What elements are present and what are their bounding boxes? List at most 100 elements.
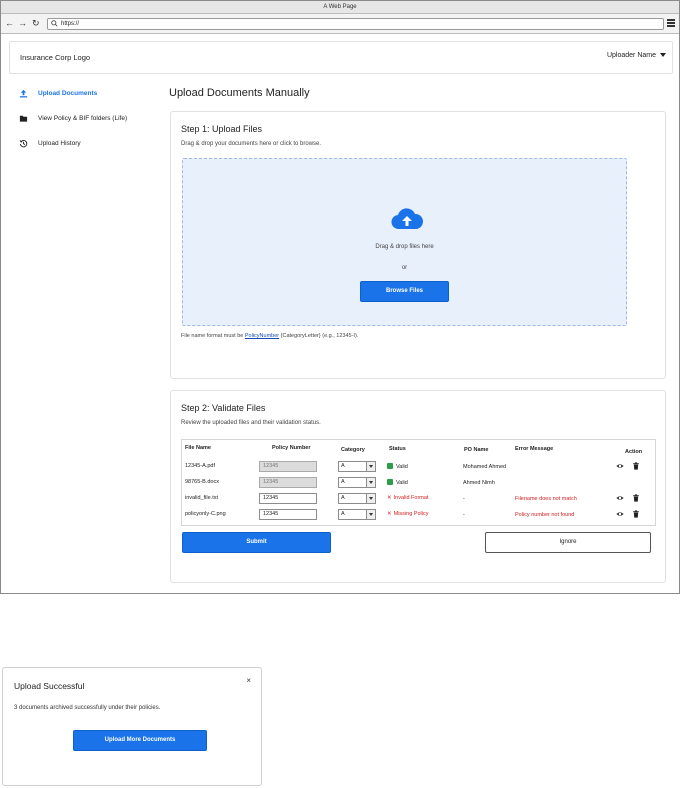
step1-description: Drag & drop your documents here or click…	[181, 141, 322, 147]
hint-text: File name format must be	[181, 333, 245, 339]
file-name: 98765-B.docx	[185, 479, 219, 485]
category-value: A	[341, 479, 345, 485]
sidebar-item-label: View Policy & BIF folders (Life)	[38, 115, 128, 122]
column-header-status: Status	[389, 446, 406, 452]
column-header-category: Category	[341, 447, 365, 453]
po-name: -	[463, 512, 465, 518]
po-name: Mohamed Ahmed	[463, 464, 507, 470]
category-select[interactable]: A	[338, 477, 376, 488]
drop-text: Drag & drop files here	[375, 244, 434, 250]
submit-button[interactable]: Submit	[182, 532, 331, 553]
status-text: Valid	[396, 480, 408, 486]
column-header-policy: Policy Number	[272, 445, 311, 451]
modal-message: 3 documents archived successfully under …	[14, 705, 161, 711]
check-icon	[387, 479, 393, 485]
column-header-po: PO Name	[464, 447, 489, 453]
sidebar-item-upload-documents[interactable]: Upload Documents	[17, 87, 157, 112]
dropdown-arrow-icon	[366, 462, 375, 471]
category-select[interactable]: A	[338, 509, 376, 520]
column-header-action: Action	[625, 449, 643, 455]
check-icon	[387, 463, 393, 469]
cloud-upload-icon	[391, 208, 423, 230]
column-header-file: File Name	[185, 445, 211, 451]
po-name: Ahmed Nimh	[463, 480, 495, 486]
sidebar: Upload Documents View Policy & BIF folde…	[17, 87, 157, 162]
upload-files-card: Step 1: Upload Files Drag & drop your do…	[170, 111, 666, 379]
trash-icon[interactable]	[632, 494, 640, 502]
company-logo: Insurance Corp Logo	[20, 53, 91, 62]
app-header: Insurance Corp Logo Uploader Name	[9, 41, 673, 74]
eye-icon[interactable]	[616, 510, 624, 518]
status-text: Missing Policy	[393, 511, 429, 517]
trash-icon[interactable]	[632, 510, 640, 518]
sidebar-item-label: Upload History	[38, 140, 81, 147]
policy-number-link[interactable]: PolicyNumber	[245, 333, 279, 339]
table-row: policyonly-C.png 12345 A ✕ Missing Policy…	[182, 507, 655, 523]
po-name: -	[463, 496, 465, 502]
table-row: 98765-B.docx 12345 A Valid Ahmed Nimh	[182, 475, 655, 491]
table-row: invalid_file.txt 12345 A ✕ Invalid Format…	[182, 491, 655, 507]
browse-files-button[interactable]: Browse Files	[360, 281, 449, 302]
validate-files-card: Step 2: Validate Files Review the upload…	[170, 390, 666, 583]
status-badge: ✕ Missing Policy	[387, 511, 428, 517]
address-bar[interactable]: https://	[47, 18, 664, 30]
browser-toolbar: ← → ↻ https://	[1, 14, 679, 34]
close-icon[interactable]: ×	[246, 676, 251, 685]
category-value: A	[341, 495, 345, 501]
status-badge: Valid	[387, 463, 408, 470]
file-dropzone[interactable]: Drag & drop files here or Browse Files	[182, 158, 627, 326]
dropdown-arrow-icon	[366, 510, 375, 519]
trash-icon[interactable]	[632, 462, 640, 470]
upload-more-documents-button[interactable]: Upload More Documents	[73, 730, 207, 751]
modal-title: Upload Successful	[14, 681, 85, 691]
table-row: 12345-A.pdf 12345 A Valid Mohamed Ahmed	[182, 459, 655, 475]
category-value: A	[341, 463, 345, 469]
category-value: A	[341, 511, 345, 517]
policy-number-input[interactable]: 12345	[259, 461, 317, 472]
sidebar-item-view-policy[interactable]: View Policy & BIF folders (Life)	[17, 112, 157, 137]
step2-description: Review the uploaded files and their vali…	[181, 420, 321, 426]
hamburger-menu-icon[interactable]	[667, 19, 675, 27]
error-x-icon: ✕	[387, 511, 392, 517]
sidebar-item-upload-history[interactable]: Upload History	[17, 137, 157, 162]
category-select[interactable]: A	[338, 493, 376, 504]
category-select[interactable]: A	[338, 461, 376, 472]
file-name: invalid_file.txt	[185, 495, 219, 501]
file-name: 12345-A.pdf	[185, 463, 215, 469]
error-message: Filename does not match	[515, 496, 577, 502]
search-icon	[51, 20, 58, 27]
folder-icon	[19, 115, 28, 122]
step2-title: Step 2: Validate Files	[181, 403, 266, 413]
window-title: A Web Page	[1, 1, 679, 14]
caret-down-icon	[660, 53, 666, 58]
eye-icon[interactable]	[616, 462, 624, 470]
status-badge: ✕ Invalid Format	[387, 495, 428, 501]
page-title: Upload Documents Manually	[169, 87, 310, 99]
ignore-button[interactable]: Ignore	[485, 532, 651, 553]
upload-icon	[19, 89, 28, 98]
error-message: Policy number not found	[515, 512, 575, 518]
or-text: or	[401, 265, 408, 271]
url-text: https://	[61, 21, 80, 27]
upload-success-modal: Upload Successful × 3 documents archived…	[2, 667, 262, 786]
status-badge: Valid	[387, 479, 408, 486]
eye-icon[interactable]	[616, 494, 624, 502]
column-header-error: Error Message	[515, 446, 554, 452]
status-text: Valid	[396, 464, 408, 470]
status-text: Invalid Format	[393, 495, 429, 501]
error-x-icon: ✕	[387, 495, 392, 501]
file-name: policyonly-C.png	[185, 511, 226, 517]
reload-icon[interactable]: ↻	[32, 17, 40, 29]
history-icon	[19, 139, 28, 148]
hint-text-suffix: {CategoryLetter} (e.g., 12345-I).	[280, 333, 359, 339]
user-menu[interactable]: Uploader Name	[607, 52, 666, 59]
policy-number-input[interactable]: 12345	[259, 493, 317, 504]
policy-number-input[interactable]: 12345	[259, 477, 317, 488]
forward-icon[interactable]: →	[18, 17, 27, 29]
step1-title: Step 1: Upload Files	[181, 124, 263, 134]
dropdown-arrow-icon	[366, 478, 375, 487]
policy-number-input[interactable]: 12345	[259, 509, 317, 520]
validation-table: File Name Policy Number Category Status …	[181, 439, 656, 526]
back-icon[interactable]: ←	[5, 17, 14, 29]
browser-window: A Web Page ← → ↻ https:// Insurance Corp…	[0, 0, 680, 594]
